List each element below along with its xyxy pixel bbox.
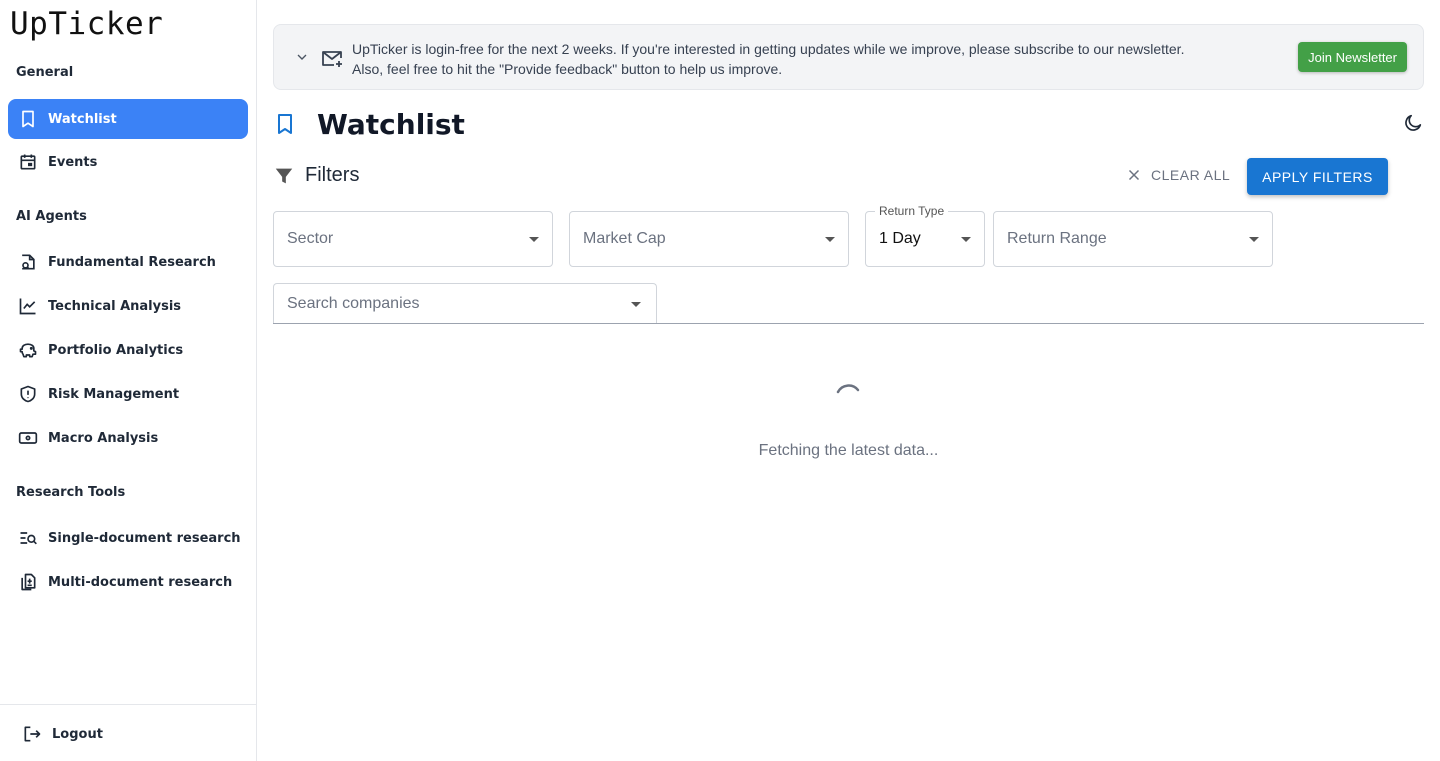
search-companies-input[interactable]: Search companies <box>273 283 657 323</box>
loading-spinner <box>832 380 864 412</box>
filters-heading: Filters <box>273 164 359 187</box>
section-title-general: General <box>16 65 74 80</box>
sector-placeholder: Sector <box>287 230 334 247</box>
sidebar-item-portfolio-analytics[interactable]: Portfolio Analytics <box>8 330 248 370</box>
banner-line-1: UpTicker is login-free for the next 2 we… <box>352 41 1185 57</box>
section-title-ai-agents: AI Agents <box>16 209 87 224</box>
banner-line-2: Also, feel free to hit the "Provide feed… <box>352 61 783 77</box>
return-type-value: 1 Day <box>879 230 921 247</box>
filter-icon <box>273 165 295 187</box>
apply-filters-button[interactable]: APPLY FILTERS <box>1247 158 1388 195</box>
shield-alert-icon <box>18 384 38 404</box>
clear-all-label: CLEAR ALL <box>1151 167 1231 183</box>
chevron-down-icon[interactable] <box>294 49 310 65</box>
caret-down-icon <box>631 302 641 307</box>
caret-down-icon <box>529 237 539 242</box>
calendar-icon <box>18 152 38 172</box>
sidebar-item-multi-document-research[interactable]: Multi-document research <box>8 562 248 602</box>
sidebar-item-label: Watchlist <box>48 111 117 127</box>
text-search-icon <box>18 528 38 548</box>
sidebar-item-label: Technical Analysis <box>48 298 182 314</box>
sidebar-item-watchlist[interactable]: Watchlist <box>8 99 248 139</box>
caret-down-icon <box>961 237 971 242</box>
sidebar-item-label: Fundamental Research <box>48 254 216 270</box>
logout-icon <box>22 724 42 744</box>
sector-select[interactable]: Sector <box>273 211 553 267</box>
sidebar-item-label: Multi-document research <box>48 574 233 590</box>
banknote-icon <box>18 428 38 448</box>
section-title-research-tools: Research Tools <box>16 485 126 500</box>
sidebar-item-label: Events <box>48 154 98 170</box>
logout-button[interactable]: Logout <box>12 719 103 749</box>
sidebar: UpTicker General Watchlist Events AI Age… <box>0 0 257 761</box>
return-range-select[interactable]: Return Range <box>993 211 1273 267</box>
sidebar-item-events[interactable]: Events <box>8 142 248 182</box>
return-type-select[interactable]: Return Type 1 Day <box>865 204 985 267</box>
app-logo: UpTicker <box>10 6 164 42</box>
caret-down-icon <box>1249 237 1259 242</box>
return-range-placeholder: Return Range <box>1007 230 1107 247</box>
piggy-bank-icon <box>18 340 38 360</box>
files-icon <box>18 572 38 592</box>
close-icon <box>1125 166 1143 184</box>
content-divider <box>273 323 1424 324</box>
sidebar-item-label: Portfolio Analytics <box>48 342 184 358</box>
banner-message: UpTicker is login-free for the next 2 we… <box>352 39 1184 79</box>
market-cap-placeholder: Market Cap <box>583 230 666 247</box>
search-placeholder: Search companies <box>287 295 420 312</box>
sidebar-footer: Logout <box>0 704 256 761</box>
announcement-banner: UpTicker is login-free for the next 2 we… <box>273 24 1424 90</box>
loading-message: Fetching the latest data... <box>758 442 939 459</box>
app-root: UpTicker General Watchlist Events AI Age… <box>0 0 1440 761</box>
mail-plus-icon <box>321 46 345 70</box>
sidebar-item-technical-analysis[interactable]: Technical Analysis <box>8 286 248 326</box>
sidebar-item-single-document-research[interactable]: Single-document research <box>8 518 248 558</box>
sidebar-item-label: Macro Analysis <box>48 430 159 446</box>
bookmark-icon <box>273 112 297 136</box>
caret-down-icon <box>825 237 835 242</box>
sidebar-item-fundamental-research[interactable]: Fundamental Research <box>8 242 248 282</box>
sidebar-item-label: Risk Management <box>48 386 180 402</box>
bookmark-icon <box>18 109 38 129</box>
return-type-label: Return Type <box>875 204 949 218</box>
sidebar-item-label: Single-document research <box>48 530 241 546</box>
filters-toolbar: Filters CLEAR ALL APPLY FILTERS <box>273 158 1388 196</box>
line-chart-icon <box>18 296 38 316</box>
dark-mode-toggle-icon[interactable] <box>1402 112 1424 134</box>
market-cap-select[interactable]: Market Cap <box>569 211 849 267</box>
sidebar-item-macro-analysis[interactable]: Macro Analysis <box>8 418 248 458</box>
page-title: Watchlist <box>317 107 465 141</box>
document-search-icon <box>18 252 38 272</box>
filters-label: Filters <box>305 164 360 186</box>
page-header: Watchlist <box>273 104 465 144</box>
sidebar-item-risk-management[interactable]: Risk Management <box>8 374 248 414</box>
join-newsletter-button[interactable]: Join Newsletter <box>1298 42 1407 72</box>
logout-label: Logout <box>52 726 103 742</box>
clear-all-button[interactable]: CLEAR ALL <box>1125 166 1230 184</box>
main-content: UpTicker is login-free for the next 2 we… <box>257 0 1440 761</box>
